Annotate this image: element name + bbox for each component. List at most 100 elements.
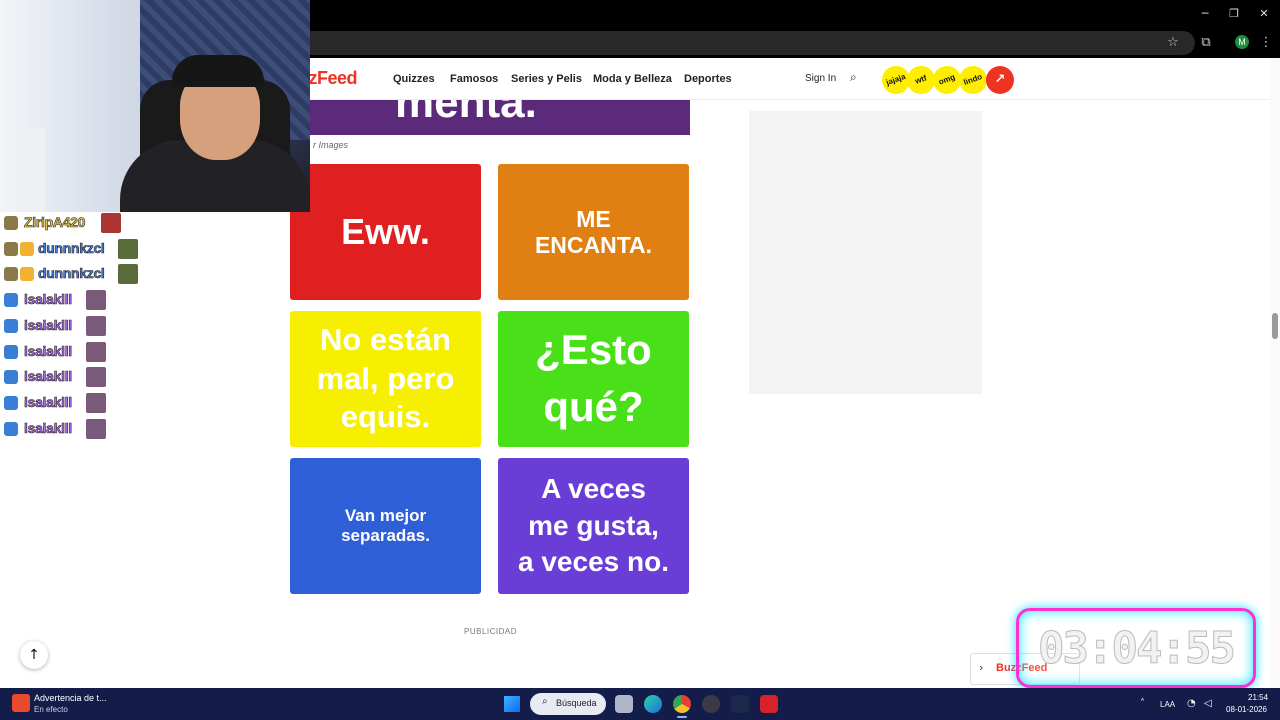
chat-emote <box>118 264 138 285</box>
chrome-active-indicator <box>677 716 687 718</box>
image-credit: r Images <box>313 140 349 150</box>
obs-icon[interactable] <box>702 695 720 713</box>
tile-text: Van mejor separadas. <box>341 506 430 547</box>
article-image: menta. <box>300 100 690 135</box>
answer-tile-no-estan-mal[interactable]: No están mal, pero equis. <box>290 311 481 447</box>
wifi-icon[interactable]: ◔ <box>1187 698 1196 709</box>
steam-icon[interactable] <box>731 695 749 713</box>
user-badge-icon <box>4 293 18 308</box>
chat-username[interactable]: isaiaklll <box>24 316 73 333</box>
tile-line: me gusta, <box>528 509 659 541</box>
tile-text: ME ENCANTA. <box>535 206 652 259</box>
subscriber-badge-icon <box>4 241 18 256</box>
chat-username[interactable]: isaiaklll <box>24 291 73 308</box>
tile-line: Eww. <box>341 211 430 252</box>
clock-date[interactable]: 08-01-2026 <box>1226 705 1267 714</box>
nav-moda-belleza[interactable]: Moda y Belleza <box>593 73 672 85</box>
clock-time[interactable]: 21:54 <box>1248 693 1268 702</box>
sign-in-link[interactable]: Sign In <box>805 73 836 84</box>
task-view-icon[interactable] <box>615 695 633 713</box>
subscriber-badge-icon <box>4 216 18 230</box>
answer-tile-van-mejor-separadas[interactable]: Van mejor separadas. <box>290 458 481 594</box>
advertisement-box[interactable] <box>749 111 982 394</box>
chat-username[interactable]: isaiaklll <box>24 394 73 411</box>
webcam-cap <box>172 55 264 87</box>
language-indicator[interactable]: LAA <box>1160 700 1175 709</box>
kebab-menu-icon[interactable]: ⋮ <box>1257 34 1275 52</box>
windows-taskbar: Advertencia de t... En efecto ⌕ Búsqueda… <box>0 688 1280 720</box>
webcam-heater <box>22 128 46 212</box>
tile-line: Van mejor <box>344 505 427 525</box>
chat-emote <box>86 367 106 388</box>
search-icon[interactable]: ⌕ <box>850 70 857 85</box>
tile-line: ME <box>576 205 611 232</box>
chat-emote <box>86 290 106 311</box>
tile-text: No están mal, pero equis. <box>317 321 455 437</box>
chat-username[interactable]: dunnnkzcl <box>38 239 105 256</box>
nav-famosos[interactable]: Famosos <box>450 73 498 85</box>
chat-emote <box>86 392 106 413</box>
tile-line: a veces no. <box>518 546 669 578</box>
nav-series-pelis[interactable]: Series y Pelis <box>511 73 582 85</box>
tile-line: ¿Esto <box>535 326 652 374</box>
nav-quizzes[interactable]: Quizzes <box>393 73 435 85</box>
chat-emote <box>118 238 138 259</box>
close-button[interactable]: ✕ <box>1249 4 1279 24</box>
windows-start-icon[interactable] <box>504 696 520 712</box>
tile-line: ENCANTA. <box>534 232 653 258</box>
tile-line: mal, pero <box>316 360 455 396</box>
answer-tile-eww[interactable]: Eww. <box>290 164 481 300</box>
chat-username[interactable]: isaiaklll <box>24 368 73 385</box>
chat-emote <box>86 315 106 336</box>
chat-username[interactable]: isaiaklll <box>24 342 73 359</box>
volume-icon[interactable]: ◁ <box>1204 698 1212 709</box>
notification-subtitle: En efecto <box>34 705 68 714</box>
tile-line: A veces <box>541 472 646 504</box>
edge-icon[interactable] <box>644 695 662 713</box>
hero-text: menta. <box>395 100 537 127</box>
chevron-right-icon: › <box>979 661 984 674</box>
subscriber-badge-icon <box>4 267 18 282</box>
stream-timer: 03:04:55 <box>1016 608 1256 688</box>
tile-text: ¿Esto qué? <box>535 322 652 435</box>
user-badge-icon <box>4 421 18 436</box>
timer-value: 03:04:55 <box>1038 623 1237 675</box>
page-scrollbar[interactable] <box>1270 58 1280 688</box>
chat-username[interactable]: isaiaklll <box>24 419 73 436</box>
minimize-button[interactable]: ─ <box>1190 4 1220 24</box>
notification-title[interactable]: Advertencia de t... <box>34 693 107 703</box>
taskbar-search[interactable]: ⌕ Búsqueda <box>530 693 606 715</box>
tile-line: No están <box>320 321 451 357</box>
address-bar[interactable] <box>300 31 1195 55</box>
app-icon[interactable] <box>760 695 778 713</box>
answer-tile-esto-que[interactable]: ¿Esto qué? <box>498 311 689 447</box>
chat-emote <box>101 213 121 233</box>
trending-icon[interactable]: ↗ <box>986 66 1014 94</box>
nav-deportes[interactable]: Deportes <box>684 73 732 85</box>
warning-icon[interactable] <box>12 694 30 712</box>
search-icon: ⌕ <box>542 696 548 707</box>
tile-text: Eww. <box>341 214 430 250</box>
scroll-thumb[interactable] <box>1272 313 1278 339</box>
restore-button[interactable]: ❐ <box>1219 4 1249 24</box>
tile-line: separadas. <box>341 526 430 545</box>
answer-tile-me-encanta[interactable]: ME ENCANTA. <box>498 164 689 300</box>
answer-tile-a-veces[interactable]: A veces me gusta, a veces no. <box>498 458 689 594</box>
scroll-to-top-button[interactable]: ↑ <box>20 641 48 669</box>
chat-username[interactable]: dunnnkzcl <box>38 265 105 282</box>
tray-chevron-icon[interactable]: ˄ <box>1140 698 1145 709</box>
tile-line: qué? <box>543 383 644 430</box>
puzzle-icon[interactable]: ⧉ <box>1197 34 1215 52</box>
user-badge-icon <box>4 370 18 385</box>
tile-text: A veces me gusta, a veces no. <box>518 471 669 582</box>
user-badge-icon <box>4 344 18 359</box>
profile-avatar[interactable]: M <box>1235 35 1249 49</box>
webcam-window-light <box>0 0 140 212</box>
chat-emote <box>86 418 106 439</box>
chat-emote <box>86 341 106 362</box>
taskbar-search-label: Búsqueda <box>556 698 597 708</box>
chat-username[interactable]: ZiripA420 <box>24 214 86 231</box>
advert-label: PUBLICIDAD <box>464 627 518 636</box>
star-icon[interactable]: ☆ <box>1164 34 1182 52</box>
chrome-icon[interactable] <box>673 695 691 713</box>
